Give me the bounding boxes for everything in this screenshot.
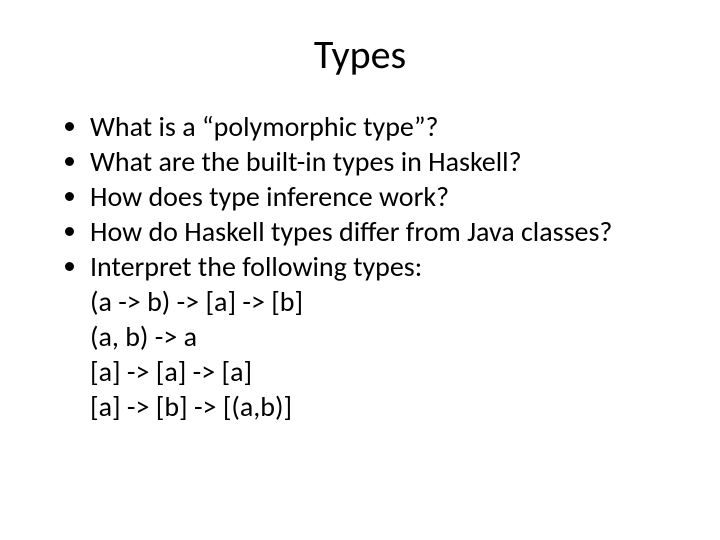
type-signature: (a -> b) -> [a] -> [b] (90, 284, 670, 319)
list-item: How do Haskell types differ from Java cl… (90, 214, 670, 249)
type-signature: (a, b) -> a (90, 319, 670, 354)
list-item: What is a “polymorphic type”? (90, 109, 670, 144)
bullet-list: What is a “polymorphic type”? What are t… (50, 109, 670, 424)
list-item: What are the built-in types in Haskell? (90, 144, 670, 179)
list-item-text: Interpret the following types: (90, 249, 422, 284)
list-item: Interpret the following types: (a -> b) … (90, 249, 670, 424)
slide-title: Types (50, 30, 670, 79)
slide: Types What is a “polymorphic type”? What… (0, 0, 720, 540)
type-signature: [a] -> [a] -> [a] (90, 354, 670, 389)
type-signatures: (a -> b) -> [a] -> [b] (a, b) -> a [a] -… (90, 284, 670, 424)
type-signature: [a] -> [b] -> [(a,b)] (90, 389, 670, 424)
list-item: How does type inference work? (90, 179, 670, 214)
